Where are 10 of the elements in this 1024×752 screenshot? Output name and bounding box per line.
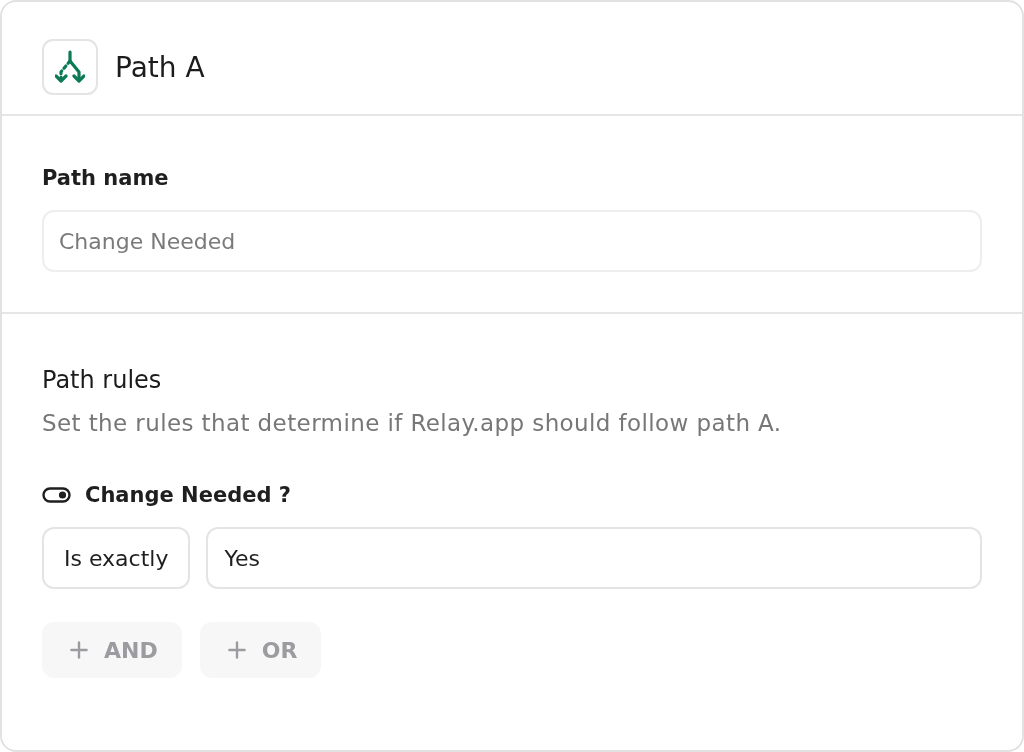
condition-field-label: Change Needed ? [85,482,291,509]
path-title: Path A [115,50,205,86]
condition-value-field[interactable]: Yes [206,527,982,589]
toggle-icon [42,487,71,503]
path-name-label: Path name [42,165,170,192]
path-name-input[interactable]: Change Needed [42,210,982,272]
path-rules-description: Set the rules that determine if Relay.app should follow path A. [42,409,783,438]
path-rules-heading: Path rules [42,365,163,396]
operator-dropdown[interactable]: Is exactly [42,527,191,589]
branch-arrows-icon [55,50,85,84]
